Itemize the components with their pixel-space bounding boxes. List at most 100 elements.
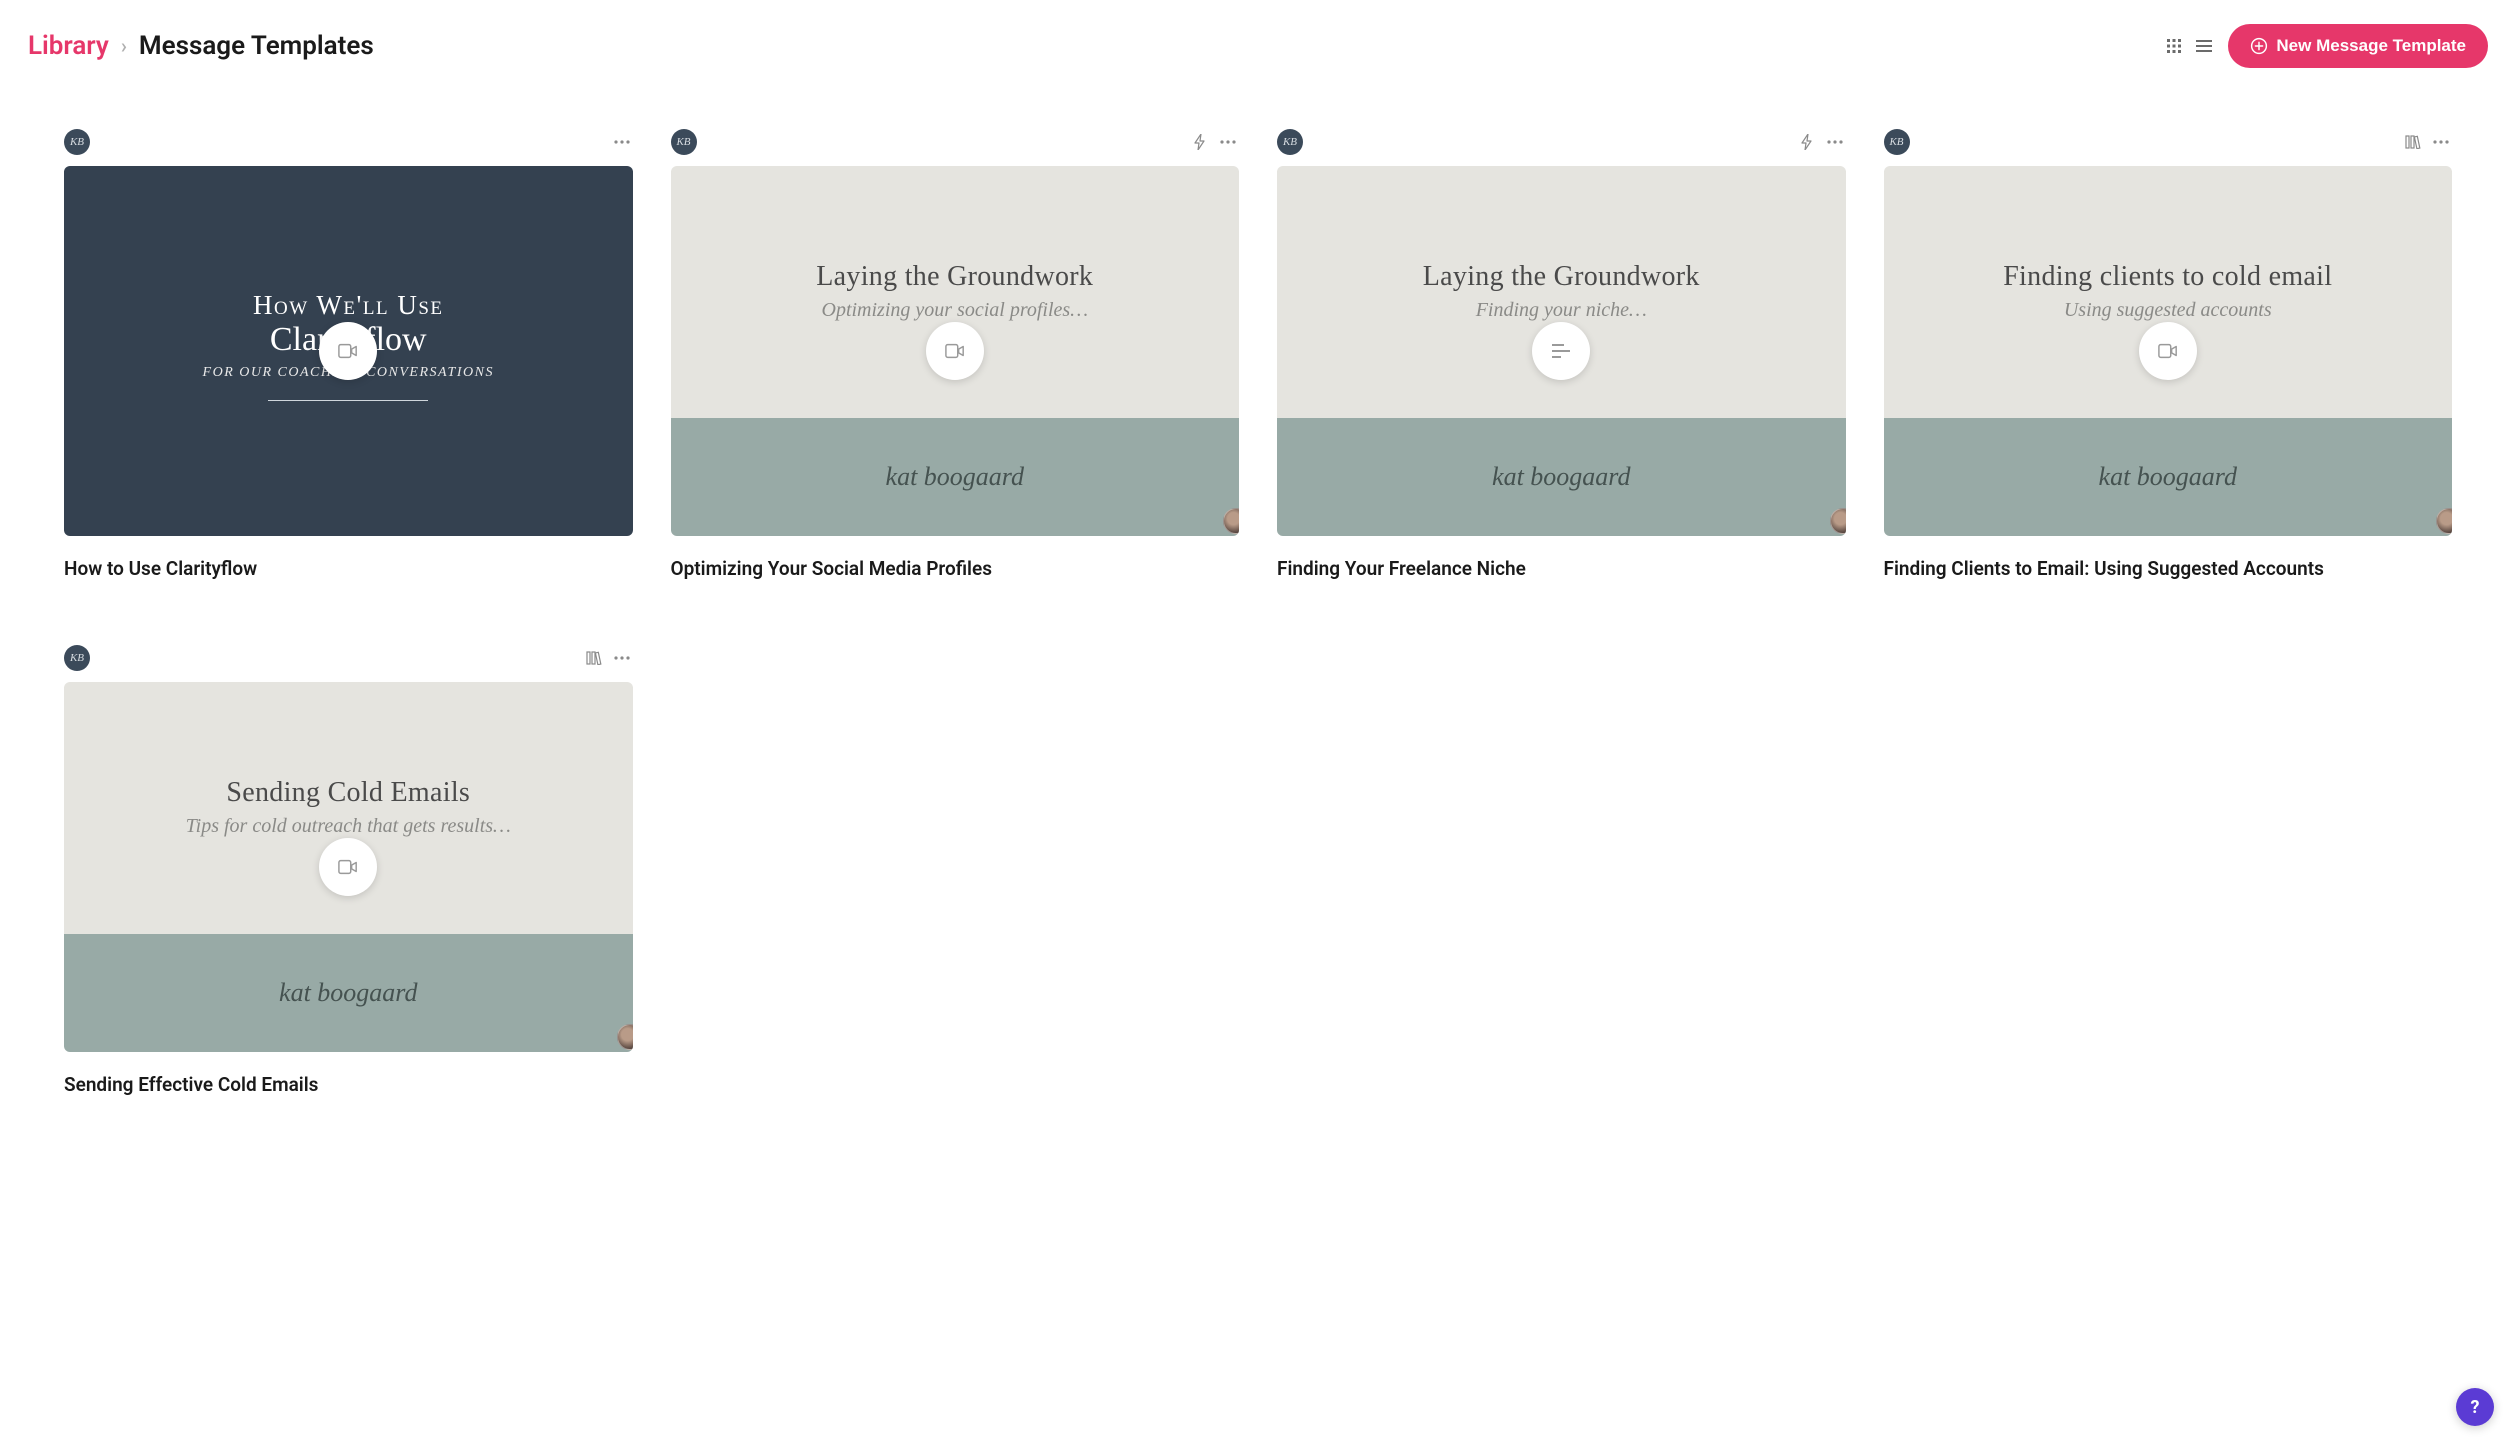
- breadcrumb: Library › Message Templates: [28, 31, 374, 61]
- list-view-button[interactable]: [2190, 32, 2218, 60]
- thumbnail-body: Laying the Groundwork Finding your niche…: [1277, 166, 1846, 418]
- thumbnail-sub: Tips for cold outreach that gets results…: [186, 815, 511, 838]
- card-header: KB: [64, 130, 633, 154]
- question-icon: ?: [2471, 1397, 2480, 1418]
- template-title[interactable]: How to Use Clarityflow: [64, 556, 633, 583]
- author-photo: [617, 1024, 633, 1050]
- more-button[interactable]: [1217, 131, 1239, 153]
- thumbnail-body: Sending Cold Emails Tips for cold outrea…: [64, 682, 633, 934]
- library-icon: [2405, 135, 2421, 149]
- template-title[interactable]: Finding Your Freelance Niche: [1277, 556, 1846, 583]
- template-thumbnail[interactable]: Finding clients to cold email Using sugg…: [1884, 166, 2453, 536]
- thumbnail-body: Finding clients to cold email Using sugg…: [1884, 166, 2453, 418]
- author-photo: [1223, 508, 1239, 534]
- template-card: KB Sending Cold Emails Tips for cold out…: [64, 646, 633, 1098]
- video-icon: [338, 343, 358, 359]
- media-badge: [2139, 322, 2197, 380]
- breadcrumb-separator: ›: [121, 34, 127, 58]
- thumbnail-body: Laying the Groundwork Optimizing your so…: [671, 166, 1240, 418]
- plus-circle-icon: [2250, 37, 2268, 55]
- more-button[interactable]: [611, 131, 633, 153]
- more-icon: [614, 140, 630, 144]
- help-fab[interactable]: ?: [2456, 1388, 2494, 1426]
- card-actions: [1189, 131, 1239, 153]
- grid-view-button[interactable]: [2160, 32, 2188, 60]
- template-thumbnail[interactable]: How We'll Use Clarityflow FOR OUR COACHI…: [64, 166, 633, 536]
- template-thumbnail[interactable]: Laying the Groundwork Optimizing your so…: [671, 166, 1240, 536]
- thumbnail-signature: kat boogaard: [279, 978, 417, 1008]
- library-icon: [586, 651, 602, 665]
- pen-decoration: [268, 389, 428, 411]
- more-icon: [1827, 140, 1843, 144]
- library-button[interactable]: [583, 647, 605, 669]
- avatar[interactable]: KB: [64, 129, 90, 155]
- template-card: KB Laying the Groundwork Optimizing your…: [671, 130, 1240, 582]
- card-actions: [583, 647, 633, 669]
- card-header: KB: [671, 130, 1240, 154]
- more-button[interactable]: [2430, 131, 2452, 153]
- card-header: KB: [1884, 130, 2453, 154]
- thumbnail-sub: Finding your niche…: [1476, 299, 1647, 322]
- thumbnail-heading: Sending Cold Emails: [226, 777, 470, 809]
- breadcrumb-library-link[interactable]: Library: [28, 31, 109, 61]
- template-thumbnail[interactable]: Laying the Groundwork Finding your niche…: [1277, 166, 1846, 536]
- new-message-template-button[interactable]: New Message Template: [2228, 24, 2488, 68]
- thumbnail-footer: kat boogaard: [671, 418, 1240, 536]
- card-header: KB: [64, 646, 633, 670]
- card-actions: [611, 131, 633, 153]
- text-icon: [1552, 344, 1570, 358]
- new-message-template-label: New Message Template: [2276, 36, 2466, 56]
- template-title[interactable]: Finding Clients to Email: Using Suggeste…: [1884, 556, 2453, 583]
- avatar[interactable]: KB: [671, 129, 697, 155]
- media-badge: [1532, 322, 1590, 380]
- breadcrumb-current: Message Templates: [139, 31, 374, 61]
- thumbnail-heading: Finding clients to cold email: [2003, 261, 2332, 293]
- avatar[interactable]: KB: [64, 645, 90, 671]
- card-actions: [1796, 131, 1846, 153]
- more-button[interactable]: [1824, 131, 1846, 153]
- page-header: Library › Message Templates New Message …: [0, 0, 2516, 80]
- video-icon: [338, 859, 358, 875]
- template-card: KB Laying the Groundwork Finding your ni…: [1277, 130, 1846, 582]
- media-badge: [926, 322, 984, 380]
- template-title[interactable]: Optimizing Your Social Media Profiles: [671, 556, 1240, 583]
- bolt-button[interactable]: [1796, 131, 1818, 153]
- grid-icon: [2167, 39, 2181, 53]
- template-card: KB Finding clients to cold email Using s…: [1884, 130, 2453, 582]
- header-actions: New Message Template: [2160, 24, 2488, 68]
- thumbnail-signature: kat boogaard: [2099, 462, 2237, 492]
- more-icon: [614, 656, 630, 660]
- thumbnail-signature: kat boogaard: [886, 462, 1024, 492]
- more-icon: [1220, 140, 1236, 144]
- video-icon: [945, 343, 965, 359]
- media-badge: [319, 322, 377, 380]
- author-photo: [2436, 508, 2452, 534]
- template-card: KB How We'll Use Clarityflow FOR OUR COA…: [64, 130, 633, 582]
- library-button[interactable]: [2402, 131, 2424, 153]
- media-badge: [319, 838, 377, 896]
- video-icon: [2158, 343, 2178, 359]
- thumbnail-footer: kat boogaard: [1277, 418, 1846, 536]
- more-button[interactable]: [611, 647, 633, 669]
- thumbnail-heading: Laying the Groundwork: [816, 261, 1093, 293]
- bolt-button[interactable]: [1189, 131, 1211, 153]
- thumbnail-footer: kat boogaard: [1884, 418, 2453, 536]
- card-header: KB: [1277, 130, 1846, 154]
- thumbnail-heading: Laying the Groundwork: [1423, 261, 1700, 293]
- template-title[interactable]: Sending Effective Cold Emails: [64, 1072, 633, 1099]
- author-photo: [1830, 508, 1846, 534]
- thumbnail-heading: How We'll Use: [253, 290, 444, 321]
- card-actions: [2402, 131, 2452, 153]
- bolt-icon: [1194, 134, 1206, 150]
- more-icon: [2433, 140, 2449, 144]
- thumbnail-sub: Optimizing your social profiles…: [822, 299, 1088, 322]
- thumbnail-sub: Using suggested accounts: [2064, 299, 2272, 322]
- view-toggle: [2160, 32, 2218, 60]
- templates-grid: KB How We'll Use Clarityflow FOR OUR COA…: [0, 80, 2516, 1148]
- avatar[interactable]: KB: [1277, 129, 1303, 155]
- thumbnail-signature: kat boogaard: [1492, 462, 1630, 492]
- list-icon: [2196, 40, 2212, 52]
- template-thumbnail[interactable]: Sending Cold Emails Tips for cold outrea…: [64, 682, 633, 1052]
- bolt-icon: [1801, 134, 1813, 150]
- avatar[interactable]: KB: [1884, 129, 1910, 155]
